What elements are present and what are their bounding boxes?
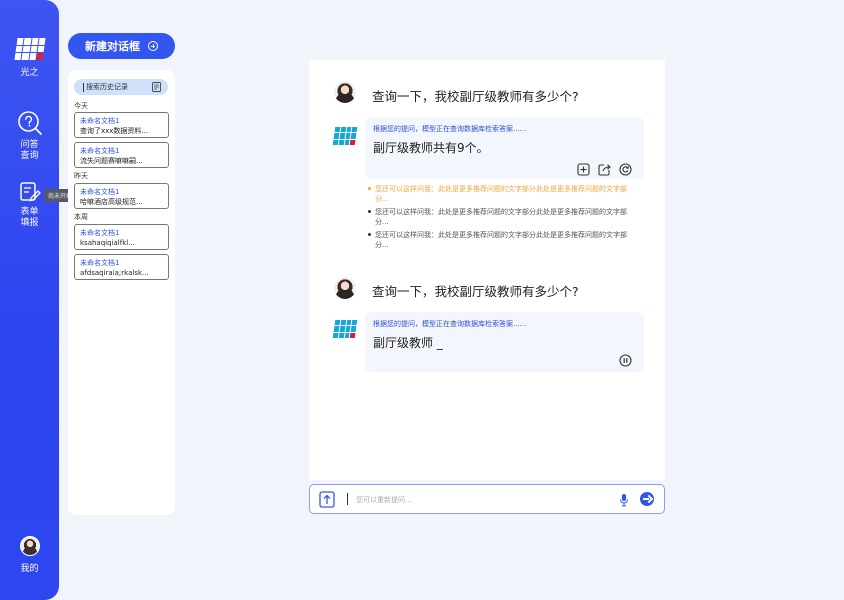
history-item-snippet: ksahaqiqialfkl...: [80, 239, 135, 247]
history-panel: 搜索历史记录 今天 未命名文档1 查询了xxx数据资料... 未命名文档1 流失…: [68, 70, 175, 515]
history-item-snippet: 查询了xxx数据资料...: [80, 127, 149, 135]
history-search-placeholder: 搜索历史记录: [86, 83, 128, 91]
chat-input-bar: 您可以重新提问...: [309, 484, 665, 514]
answer-text: 副厅级教师共有9个。: [373, 141, 489, 155]
history-item-title: 未命名文档1: [80, 188, 120, 196]
answer-card: 根据您的提问，模型正在查询数据库检索答案...... 副厅级教师共有9个。: [365, 117, 644, 179]
user-question: 查询一下，我校副厅级教师有多少个?: [372, 284, 579, 299]
chat-area: 查询一下，我校副厅级教师有多少个? 根据您的提问，模型正在查询数据库检索答案..…: [309, 60, 665, 480]
add-note-icon[interactable]: [577, 161, 590, 176]
user-avatar: [334, 81, 356, 103]
history-item-title: 未命名文档1: [80, 147, 120, 155]
brand-label: 光之: [20, 68, 39, 78]
history-group-label: 昨天: [74, 172, 88, 180]
answer-actions: [619, 352, 632, 367]
nav-qa[interactable]: 问答 查询: [0, 110, 59, 162]
send-button[interactable]: [640, 492, 654, 506]
answer-actions: [577, 161, 632, 176]
history-item-title: 未命名文档1: [80, 259, 120, 267]
nav-me-label: 我的: [20, 564, 39, 574]
history-group-label: 今天: [74, 102, 88, 110]
plus-circle-icon: [148, 41, 158, 51]
nav-form-label-2: 填报: [20, 218, 39, 228]
document-icon[interactable]: [152, 82, 161, 92]
history-item[interactable]: 未命名文档1 流失问题赛嘛嘛嗣...: [74, 142, 169, 168]
history-item-snippet: 流失问题赛嘛嘛嗣...: [80, 157, 143, 165]
text-caret: [83, 82, 84, 92]
bot-logo-icon: [332, 127, 358, 145]
microphone-icon[interactable]: [619, 492, 629, 511]
brand: 光之: [0, 38, 59, 78]
brand-logo-icon: [13, 38, 46, 60]
answer-hint: 根据您的提问，模型正在查询数据库检索答案......: [373, 320, 527, 328]
history-item[interactable]: 未命名文档1 哈嘛酒店高级规范...: [74, 183, 169, 209]
history-item-snippet: afdsaqiraia;rkalsk...: [80, 269, 149, 277]
user-avatar: [334, 277, 356, 299]
answer-text-streaming: 副厅级教师 _: [373, 336, 443, 350]
user-avatar: [19, 536, 40, 556]
history-item[interactable]: 未命名文档1 ksahaqiqialfkl...: [74, 224, 169, 250]
suggested-question[interactable]: 您还可以这样问我：此处是更多推荐问题的文字部分此处是更多推荐问题的文字部分...: [368, 230, 635, 250]
nav-qa-label-2: 查询: [20, 151, 39, 161]
left-rail: 光之 问答 查询 表单 填报 尚未开始 我的: [0, 0, 77, 600]
new-chat-label: 新建对话框: [85, 40, 140, 53]
history-item-title: 未命名文档1: [80, 229, 120, 237]
bot-logo-icon: [332, 320, 358, 338]
nav-me[interactable]: 我的: [0, 536, 59, 574]
pause-icon[interactable]: [619, 352, 632, 367]
history-search-input[interactable]: 搜索历史记录: [74, 79, 168, 95]
nav-form-label-1: 表单: [20, 207, 39, 217]
refresh-icon[interactable]: [619, 161, 632, 176]
new-chat-button[interactable]: 新建对话框: [68, 33, 175, 59]
share-icon[interactable]: [598, 161, 611, 176]
suggested-question[interactable]: 您还可以这样问我：此处是更多推荐问题的文字部分此处是更多推荐问题的文字部分...: [368, 184, 635, 204]
chat-input[interactable]: 您可以重新提问...: [356, 495, 412, 505]
nav-qa-label-1: 问答: [20, 140, 39, 150]
history-item-title: 未命名文档1: [80, 117, 120, 125]
user-question: 查询一下，我校副厅级教师有多少个?: [372, 89, 579, 104]
history-item[interactable]: 未命名文档1 afdsaqiraia;rkalsk...: [74, 254, 169, 280]
answer-card: 根据您的提问，模型正在查询数据库检索答案...... 副厅级教师 _: [365, 312, 644, 372]
text-caret: [347, 493, 348, 505]
form-edit-icon: [19, 182, 41, 202]
suggested-question[interactable]: 您还可以这样问我：此处是更多推荐问题的文字部分此处是更多推荐问题的文字部分...: [368, 207, 635, 227]
history-item-snippet: 哈嘛酒店高级规范...: [80, 198, 143, 206]
history-item[interactable]: 未命名文档1 查询了xxx数据资料...: [74, 112, 169, 138]
answer-hint: 根据您的提问，模型正在查询数据库检索答案......: [373, 125, 527, 133]
history-group-label: 本周: [74, 213, 88, 221]
upload-icon[interactable]: [319, 491, 335, 512]
search-qa-icon: [17, 111, 42, 135]
